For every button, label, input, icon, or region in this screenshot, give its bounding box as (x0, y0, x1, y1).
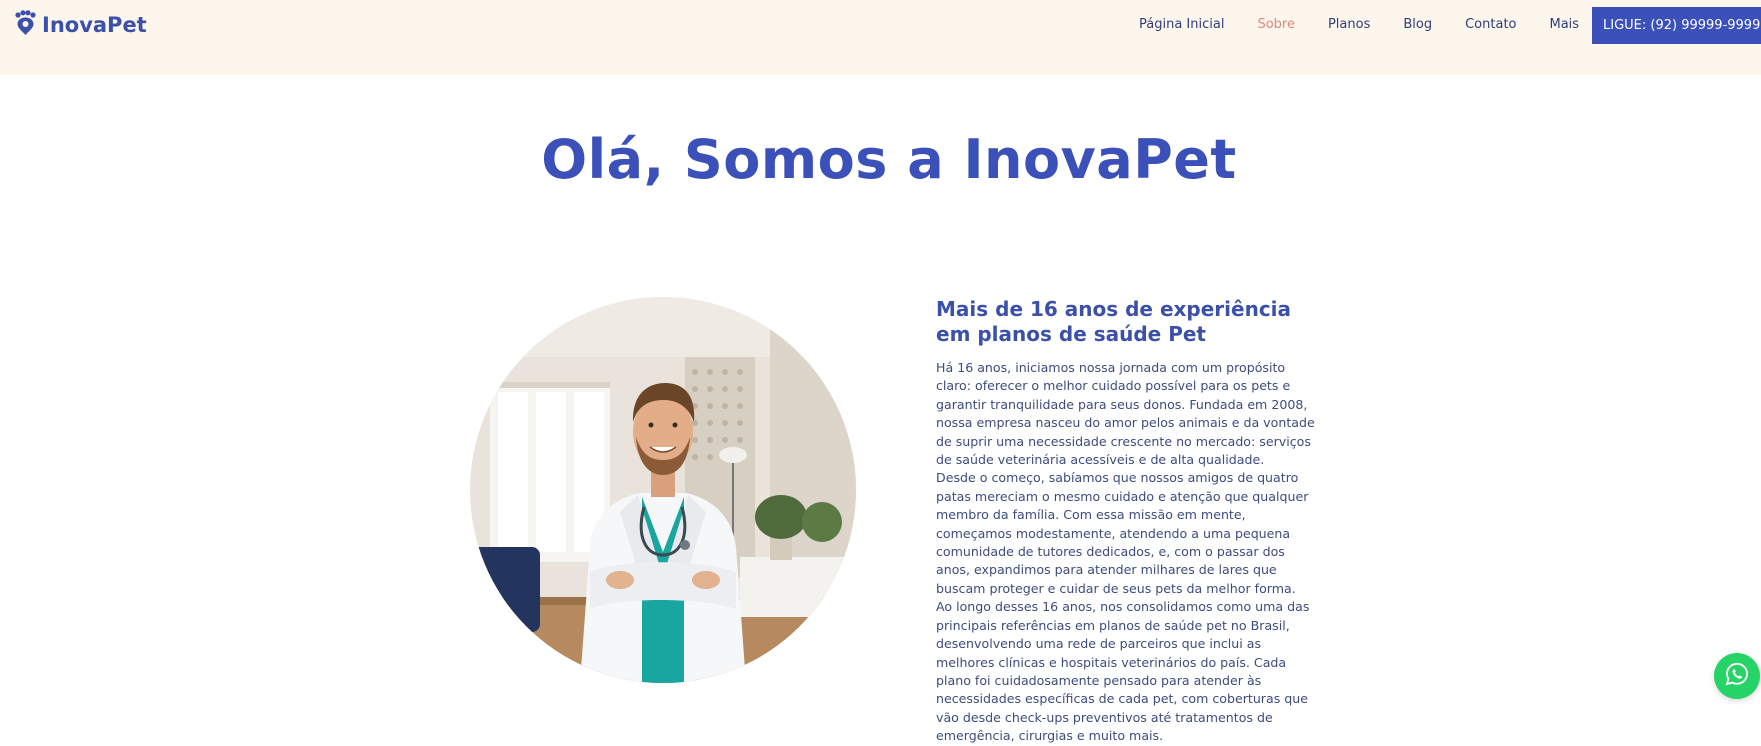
nav-item-pagina-inicial[interactable]: Página Inicial (1139, 16, 1224, 34)
veterinarian-portrait (470, 297, 856, 683)
about-paragraph: Ao longo desses 16 anos, nos consolidamo… (936, 599, 1310, 744)
whatsapp-icon (1724, 661, 1750, 692)
nav-item-blog[interactable]: Blog (1403, 16, 1432, 34)
logo-link[interactable]: InovaPet (14, 9, 147, 41)
nav-item-mais[interactable]: Mais (1550, 16, 1580, 34)
nav-item-planos[interactable]: Planos (1328, 16, 1370, 34)
nav-item-sobre[interactable]: Sobre (1257, 16, 1295, 34)
about-heading-line2: em planos de saúde Pet (936, 322, 1206, 346)
site-header: InovaPet Página Inicial Sobre Planos Blo… (0, 0, 1761, 75)
brand-name: InovaPet (42, 13, 147, 37)
nav-item-contato[interactable]: Contato (1465, 16, 1516, 34)
call-button[interactable]: LIGUE: (92) 99999-9999 (1592, 7, 1761, 44)
about-heading-line1: Mais de 16 anos de experiência (936, 297, 1292, 321)
about-heading: Mais de 16 anos de experiência em planos… (936, 297, 1318, 347)
about-section: Mais de 16 anos de experiência em planos… (936, 297, 1318, 746)
whatsapp-button[interactable] (1714, 653, 1760, 699)
page-title: Olá, Somos a InovaPet (541, 128, 1237, 191)
about-paragraph: Há 16 anos, iniciamos nossa jornada com … (936, 360, 1315, 468)
about-paragraph: Desde o começo, sabíamos que nossos amig… (936, 470, 1309, 596)
paw-pin-icon (14, 9, 36, 41)
main-nav: Página Inicial Sobre Planos Blog Contato… (1139, 16, 1612, 34)
